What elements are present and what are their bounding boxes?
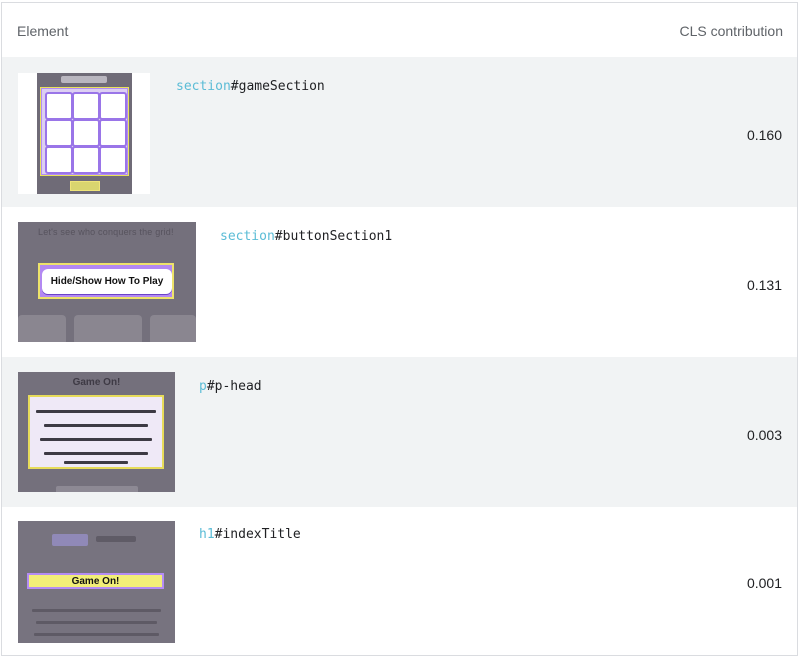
cls-table: Element CLS contribution section#gameSec… — [1, 2, 798, 656]
cls-value: 0.160 — [746, 127, 782, 143]
thumb-caption: Let's see who conquers the grid! — [38, 227, 174, 237]
table-row[interactable]: Game On! p#p-head 0.003 — [2, 357, 797, 507]
thumb-title-bar: Game On! — [27, 573, 164, 589]
element-selector[interactable]: p#p-head — [199, 379, 262, 394]
cls-value: 0.003 — [746, 427, 782, 443]
column-header-cls: CLS contribution — [679, 23, 783, 39]
cls-value: 0.131 — [746, 277, 782, 293]
element-selector[interactable]: section#gameSection — [176, 79, 325, 94]
table-header: Element CLS contribution — [2, 3, 797, 58]
element-screenshot-thumbnail: Game On! — [18, 372, 175, 492]
thumb-button-label: Hide/Show How To Play — [42, 269, 172, 294]
tic-tac-toe-grid — [40, 87, 129, 176]
element-screenshot-thumbnail: Game On! — [18, 521, 175, 643]
thumb-title: Game On! — [72, 377, 121, 388]
table-row[interactable]: Game On! h1#indexTitle 0.001 — [2, 507, 797, 657]
element-screenshot-thumbnail: Let's see who conquers the grid! Hide/Sh… — [18, 222, 196, 342]
element-screenshot-thumbnail — [18, 73, 150, 194]
table-row[interactable]: section#gameSection 0.160 — [2, 57, 797, 207]
table-row[interactable]: Let's see who conquers the grid! Hide/Sh… — [2, 207, 797, 357]
element-selector[interactable]: section#buttonSection1 — [220, 229, 392, 244]
cls-value: 0.001 — [746, 575, 782, 591]
column-header-element: Element — [17, 23, 69, 39]
element-selector[interactable]: h1#indexTitle — [199, 527, 301, 542]
